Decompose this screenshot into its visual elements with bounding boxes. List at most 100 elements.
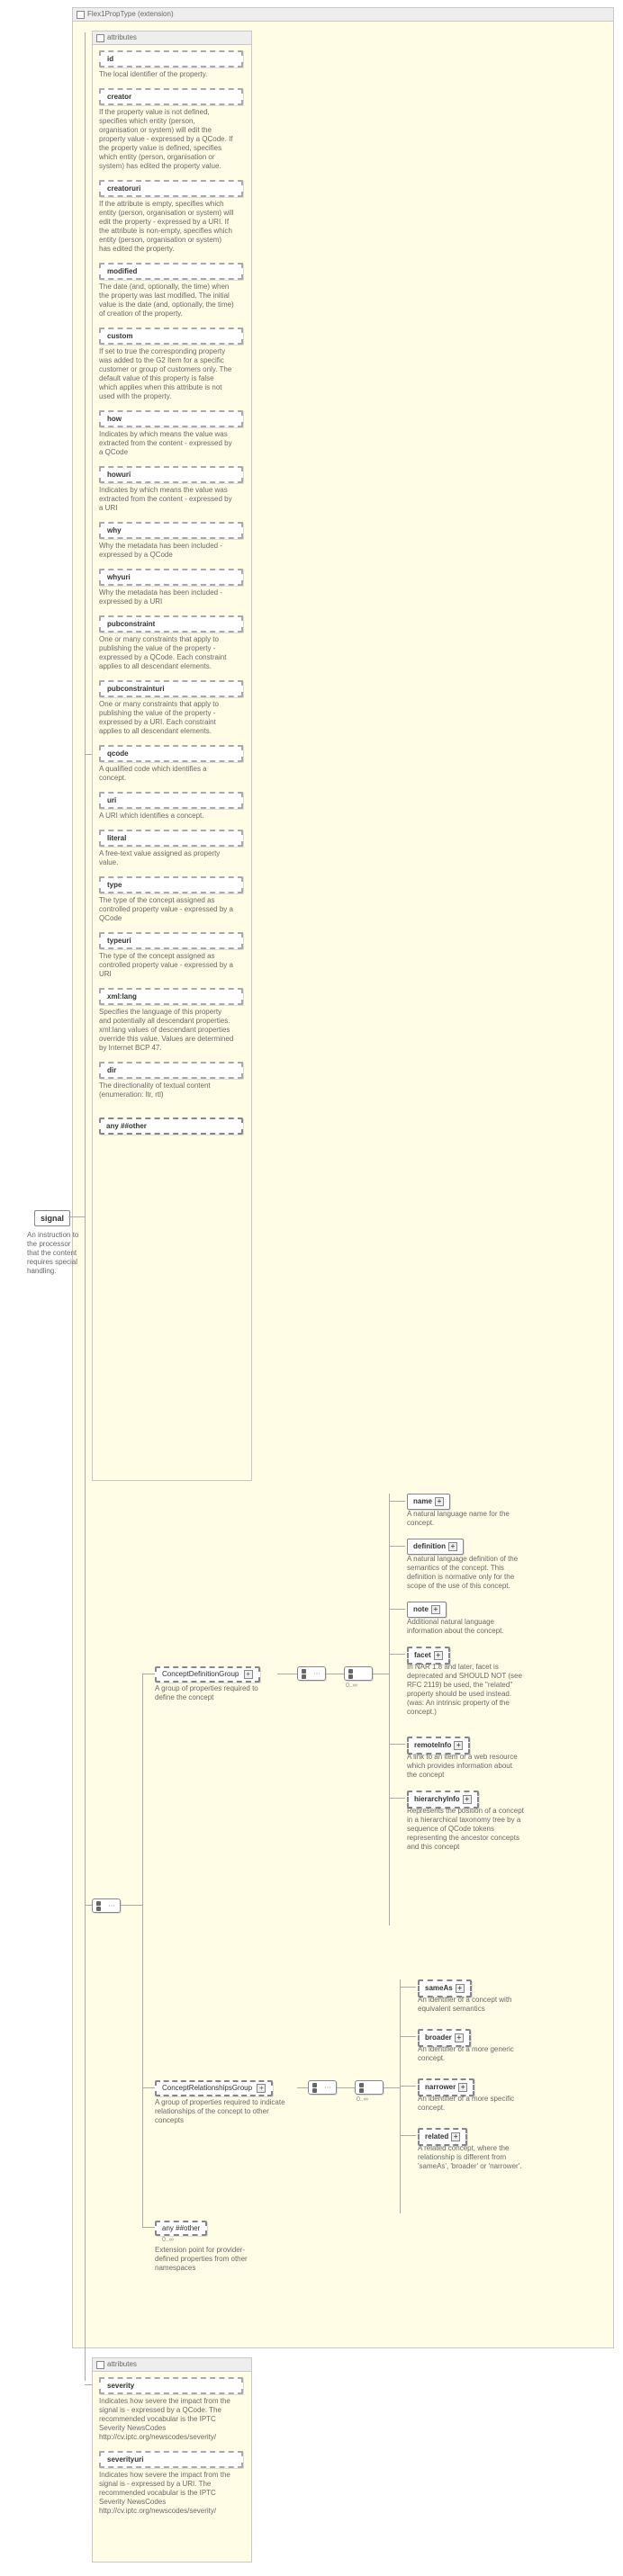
rel-choice-marker <box>355 2080 384 2095</box>
concept-def-desc: A group of properties required to define… <box>155 1684 272 1702</box>
attr-pubconstraint: pubconstraint <box>99 615 243 633</box>
attr-literal-desc: A free-text value assigned as property v… <box>99 849 234 867</box>
attr-severity: severity <box>99 2377 243 2394</box>
attr-how: how <box>99 410 243 427</box>
attr-custom-desc: If set to true the corresponding propert… <box>99 347 234 401</box>
leaf-broader: broader+ <box>418 2029 471 2047</box>
plus-icon: + <box>244 1670 253 1679</box>
attr-severity-desc: Indicates how severe the impact from the… <box>99 2397 234 2442</box>
def-seq-marker: ⋯ <box>297 1666 326 1681</box>
attr-xml:lang: xml:lang <box>99 988 243 1005</box>
plus-icon: + <box>431 1605 440 1614</box>
attr-whyuri: whyuri <box>99 569 243 586</box>
attr-id: id <box>99 50 243 67</box>
attr-type-desc: The type of the concept assigned as cont… <box>99 896 234 923</box>
attr-panel-1-title: attributes <box>93 31 251 45</box>
attr-panel-title-text: attributes <box>107 31 137 44</box>
attr-severityuri: severityuri <box>99 2451 243 2468</box>
concept-definition-group: ConceptDefinitionGroup + <box>155 1666 260 1683</box>
attr-qcode: qcode <box>99 745 243 762</box>
attr-dir-desc: The directionality of textual content (e… <box>99 1082 234 1100</box>
attr-creator-desc: If the property value is not defined, sp… <box>99 108 234 171</box>
attr-dir: dir <box>99 1062 243 1079</box>
leaf-broader-desc: An identifier of a more generic concept. <box>418 2045 535 2063</box>
attr-howuri: howuri <box>99 466 243 483</box>
attr-why-desc: Why the metadata has been included - exp… <box>99 542 234 560</box>
attr-whyuri-desc: Why the metadata has been included - exp… <box>99 588 234 606</box>
leaf-note: note+ <box>407 1602 447 1618</box>
leaf-definition-desc: A natural language definition of the sem… <box>407 1555 524 1591</box>
plus-icon: + <box>463 1795 472 1804</box>
leaf-narrower: narrower+ <box>418 2078 474 2096</box>
def-choice-marker <box>344 1666 373 1681</box>
leaf-related: related+ <box>418 2128 467 2146</box>
leaf-facet-desc: In NAR 1.8 and later, facet is deprecate… <box>407 1663 524 1717</box>
attr-qcode-desc: A qualified code which identifies a conc… <box>99 765 234 783</box>
attr-xml:lang-desc: Specifies the language of this property … <box>99 1008 234 1053</box>
extension-title-text: Flex1PropType (extension) <box>87 8 174 21</box>
attr-panel-2-title: attributes <box>93 2358 251 2372</box>
leaf-remoteInfo-desc: A link to an item or a web resource whic… <box>407 1753 524 1780</box>
leaf-definition: definition+ <box>407 1539 464 1555</box>
attr-how-desc: Indicates by which means the value was e… <box>99 430 234 457</box>
leaf-hierarchyInfo-desc: Represents the position of a concept in … <box>407 1807 524 1852</box>
attr-panel-icon <box>96 2361 104 2369</box>
concept-rel-label: ConceptRelationshipsGroup <box>162 2084 252 2092</box>
leaf-name-desc: A natural language name for the concept. <box>407 1510 524 1528</box>
occ-rel: 0..∞ <box>357 2096 368 2103</box>
attr-typeuri: typeuri <box>99 932 243 949</box>
attr-why: why <box>99 522 243 539</box>
attr-pubconstrainturi: pubconstrainturi <box>99 680 243 697</box>
any-other-desc: Extension point for provider-defined pro… <box>155 2246 263 2273</box>
attr-creatoruri-desc: If the attribute is empty, specifies whi… <box>99 200 234 254</box>
attr-type: type <box>99 876 243 893</box>
attr-panel-icon <box>96 34 104 42</box>
attr-uri: uri <box>99 792 243 809</box>
any-other-label: any ##other <box>162 2224 200 2232</box>
attrs2-list: severity Indicates how severe the impact … <box>99 2377 243 2516</box>
attr-severityuri-desc: Indicates how severe the impact from the… <box>99 2471 234 2516</box>
occ-any: 0..∞ <box>162 2237 174 2243</box>
concept-def-label: ConceptDefinitionGroup <box>162 1670 239 1678</box>
leaf-narrower-desc: An identifier of a more specific concept… <box>418 2095 535 2113</box>
concept-rel-group: ConceptRelationshipsGroup + <box>155 2080 273 2096</box>
attr-modified: modified <box>99 263 243 280</box>
attr-howuri-desc: Indicates by which means the value was e… <box>99 486 234 513</box>
leaf-note-desc: Additional natural language information … <box>407 1618 524 1636</box>
leaf-remoteInfo: remoteInfo+ <box>407 1737 470 1755</box>
attr-creatoruri: creatoruri <box>99 180 243 197</box>
attr-modified-desc: The date (and, optionally, the time) whe… <box>99 283 234 319</box>
leaf-name: name+ <box>407 1494 450 1510</box>
any-other-group: any ##other <box>155 2221 207 2236</box>
plus-icon: + <box>448 1542 457 1551</box>
leaf-related-desc: A related concept, where the relationshi… <box>418 2144 535 2171</box>
attr-literal: literal <box>99 830 243 847</box>
plus-icon: + <box>257 2084 266 2093</box>
root-label: signal <box>41 1214 64 1223</box>
leaf-sameAs-desc: An identifier of a concept with equivale… <box>418 1996 535 2014</box>
plus-icon: + <box>435 1497 444 1506</box>
plus-icon: + <box>434 1651 443 1660</box>
leaf-sameAs: sameAs+ <box>418 1979 472 1997</box>
attr-custom: custom <box>99 328 243 345</box>
any-other-attr: any ##other <box>99 1117 243 1135</box>
rel-seq-marker: ⋯ <box>308 2080 337 2095</box>
plus-icon: + <box>454 1741 463 1750</box>
plus-icon: + <box>451 2132 460 2141</box>
attr-creator: creator <box>99 88 243 105</box>
attr-typeuri-desc: The type of the concept assigned as cont… <box>99 952 234 979</box>
sequence-marker: ⋯ <box>92 1898 121 1913</box>
attr-panel-2-title-text: attributes <box>107 2358 137 2371</box>
attr-id-desc: The local identifier of the property. <box>99 70 234 79</box>
attrs1-list: id The local identifier of the property. c… <box>99 50 243 1135</box>
attr-pubconstraint-desc: One or many constraints that apply to pu… <box>99 635 234 671</box>
occ-def: 0..∞ <box>346 1683 357 1689</box>
extension-title: Flex1PropType (extension) <box>73 8 613 22</box>
root-signal: signal <box>34 1210 70 1226</box>
plus-icon: + <box>456 1984 465 1993</box>
root-desc: An instruction to the processor that the… <box>27 1231 81 1276</box>
leaf-facet: facet+ <box>407 1647 450 1665</box>
plus-icon: + <box>455 2033 464 2042</box>
concept-rel-desc: A group of properties required to indica… <box>155 2098 290 2125</box>
attr-pubconstrainturi-desc: One or many constraints that apply to pu… <box>99 700 234 736</box>
